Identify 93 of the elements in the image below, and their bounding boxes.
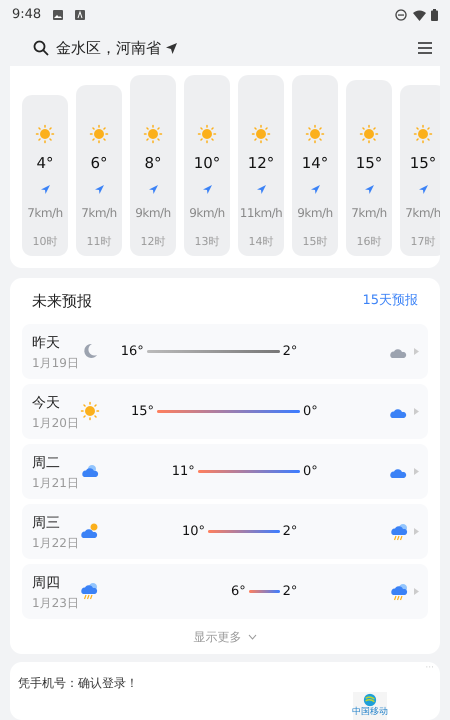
wind-speed: 9km/h: [135, 204, 171, 222]
fifteen-day-link[interactable]: 15天预报: [362, 291, 418, 311]
hour-temperature: 15°: [356, 153, 382, 174]
hour-temperature: 10°: [194, 153, 220, 174]
app-icon: [75, 10, 86, 20]
section-title: 未来预报: [32, 290, 92, 312]
battery-icon: [431, 9, 438, 21]
location-name[interactable]: 金水区，河南省: [56, 36, 161, 60]
logo-text: 中国移动: [352, 707, 388, 718]
wind-direction-icon: [202, 184, 212, 194]
wind-direction-icon: [418, 184, 428, 194]
wind-direction-icon: [40, 184, 50, 194]
status-time: 9:48: [12, 6, 42, 24]
thunder-rain-icon: [390, 582, 410, 602]
play-arrow-icon: [414, 468, 419, 475]
day-name: 周二: [32, 454, 60, 473]
low-temperature: 2°: [282, 583, 298, 601]
sun-icon: [413, 124, 433, 144]
hour-label: 11时: [86, 234, 112, 250]
hour-temperature: 6°: [90, 153, 108, 174]
sun-icon: [80, 401, 100, 421]
logo-icon: [363, 693, 377, 707]
high-temperature: 6°: [231, 583, 246, 601]
location-arrow-icon: [166, 42, 177, 54]
high-temperature: 11°: [172, 463, 195, 481]
hour-temperature: 14°: [302, 153, 328, 174]
chevron-down-icon: [248, 634, 256, 640]
wind-speed: 7km/h: [405, 204, 440, 222]
wind-speed: 7km/h: [27, 204, 63, 222]
play-arrow-icon: [414, 528, 419, 535]
hour-label: 14时: [248, 234, 274, 250]
wind-speed: 9km/h: [297, 204, 333, 222]
menu-icon[interactable]: [418, 42, 432, 54]
sun-icon: [89, 124, 109, 144]
play-arrow-icon: [414, 588, 419, 595]
search-icon[interactable]: [33, 40, 49, 56]
sun-icon: [35, 124, 55, 144]
wind-direction-icon: [94, 184, 104, 194]
day-name: 周四: [32, 574, 60, 593]
sun-icon: [305, 124, 325, 144]
low-temperature: 2°: [282, 343, 298, 361]
sun-icon: [143, 124, 163, 144]
play-arrow-icon: [414, 348, 419, 355]
forecast-row[interactable]: 昨天 1月19日 16° 2°: [22, 324, 428, 379]
wind-direction-icon: [364, 184, 374, 194]
wind-direction-icon: [148, 184, 158, 194]
wind-speed: 7km/h: [351, 204, 387, 222]
temperature-range-bar: [208, 530, 280, 533]
day-date: 1月19日: [32, 355, 79, 372]
play-arrow-icon: [414, 408, 419, 415]
hour-label: 10时: [32, 234, 58, 250]
low-temperature: 2°: [282, 523, 298, 541]
hour-label: 12时: [140, 234, 166, 250]
low-temperature: 0°: [303, 463, 318, 481]
do-not-disturb-icon: [395, 9, 407, 21]
high-temperature: 15°: [130, 403, 154, 421]
sun-icon: [251, 124, 271, 144]
temperature-range-bar: [248, 590, 280, 593]
forecast-row[interactable]: 周三 1月22日 10° 2°: [22, 504, 428, 559]
ad-text: 凭手机号：确认登录！: [18, 676, 138, 690]
sun-icon: [197, 124, 217, 144]
hour-temperature: 15°: [410, 153, 436, 174]
hour-label: 17时: [410, 234, 436, 250]
day-date: 1月21日: [32, 475, 79, 492]
wifi-icon: [413, 10, 426, 20]
high-temperature: 16°: [120, 343, 144, 361]
hour-temperature: 12°: [248, 153, 274, 174]
day-name: 周三: [32, 514, 60, 533]
day-name: 今天: [32, 394, 60, 413]
sun-icon: [359, 124, 379, 144]
hour-label: 13时: [194, 234, 220, 250]
forecast-row[interactable]: 周四 1月23日 6° 2°: [22, 564, 428, 619]
day-date: 1月22日: [32, 535, 79, 552]
hour-temperature: 4°: [36, 153, 54, 174]
hour-label: 16时: [356, 234, 382, 250]
forecast-row[interactable]: 周二 1月21日 11° 0°: [22, 444, 428, 499]
wind-speed: 7km/h: [81, 204, 117, 222]
image-icon: [53, 10, 64, 20]
low-temperature: 0°: [303, 403, 318, 421]
wind-direction-icon: [256, 184, 266, 194]
wind-speed: 11km/h: [240, 204, 282, 222]
hour-temperature: 8°: [144, 153, 162, 174]
wind-direction-icon: [310, 184, 320, 194]
day-name: 昨天: [32, 334, 60, 353]
wind-speed: 9km/h: [189, 204, 225, 222]
thunder-rain-icon: [80, 581, 100, 601]
high-temperature: 10°: [182, 523, 205, 541]
day-date: 1月23日: [32, 595, 79, 612]
forecast-row[interactable]: 今天 1月20日 15° 0°: [22, 384, 428, 439]
thunder-rain-icon: [390, 522, 410, 542]
hour-label: 15时: [302, 234, 328, 250]
sun-cloud-icon: [80, 521, 100, 541]
day-date: 1月20日: [32, 415, 79, 432]
